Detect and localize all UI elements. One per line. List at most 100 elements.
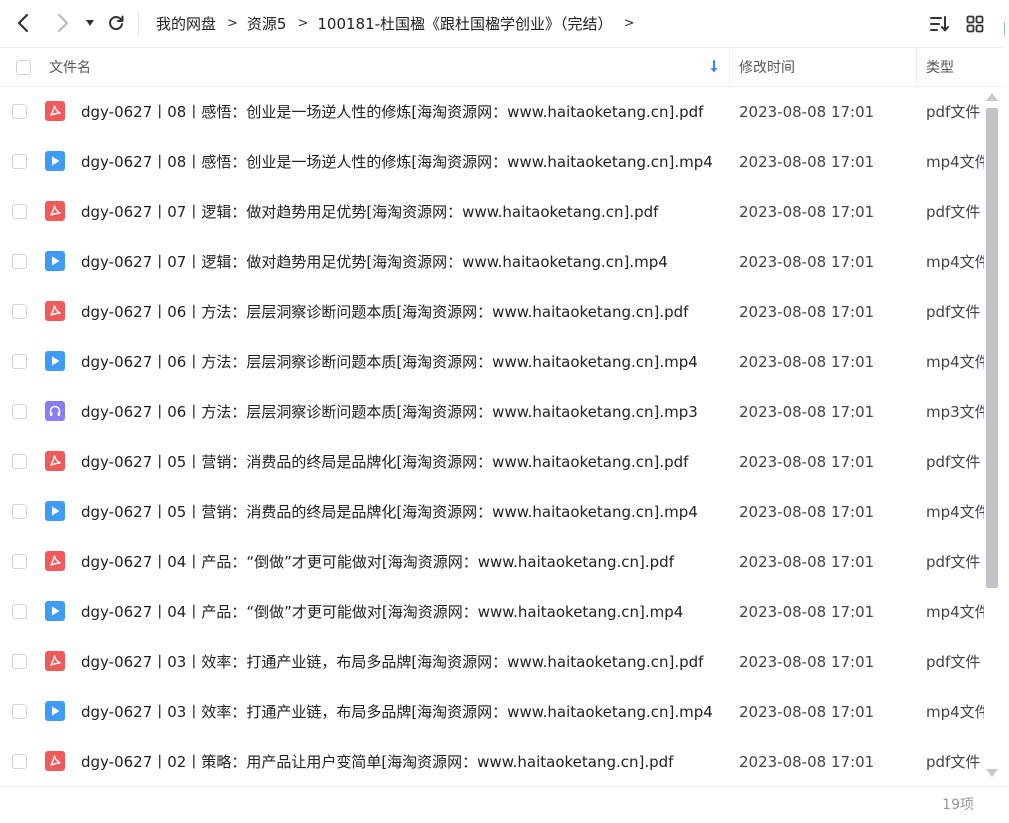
row-checkbox[interactable] <box>12 104 27 119</box>
file-type: pdf文件 <box>926 103 981 121</box>
file-type: pdf文件 <box>926 653 981 671</box>
column-divider[interactable] <box>916 48 917 86</box>
file-name[interactable]: dgy-0627丨06丨方法：层层洞察诊断问题本质[海淘资源网：www.hait… <box>81 337 726 387</box>
file-row[interactable]: dgy-0627丨04丨产品：“倒做”才更可能做对[海淘资源网：www.hait… <box>0 587 984 637</box>
file-name[interactable]: dgy-0627丨04丨产品：“倒做”才更可能做对[海淘资源网：www.hait… <box>81 587 726 637</box>
file-type: mp3文件 <box>926 403 984 421</box>
toolbar: 我的网盘 > 资源5 > 100181-杜国楹《跟杜国楹学创业》（完结） > <box>0 0 1009 47</box>
back-button[interactable] <box>10 8 36 38</box>
file-name[interactable]: dgy-0627丨02丨策略：用产品让用户变简单[海淘资源网：www.haita… <box>81 737 726 787</box>
row-checkbox[interactable] <box>12 304 27 319</box>
row-checkbox[interactable] <box>12 154 27 169</box>
file-row[interactable]: dgy-0627丨06丨方法：层层洞察诊断问题本质[海淘资源网：www.hait… <box>0 337 984 387</box>
pdf-file-icon <box>45 551 65 571</box>
breadcrumb-item-current[interactable]: 100181-杜国楹《跟杜国楹学创业》（完结） <box>317 13 612 34</box>
file-modified-time: 2023-08-08 17:01 <box>739 603 875 621</box>
file-name[interactable]: dgy-0627丨05丨营销：消费品的终局是品牌化[海淘资源网：www.hait… <box>81 487 726 537</box>
column-header-modified[interactable]: 修改时间 <box>739 48 795 86</box>
sort-button[interactable] <box>928 12 952 36</box>
row-checkbox[interactable] <box>12 454 27 469</box>
file-modified-time: 2023-08-08 17:01 <box>739 653 875 671</box>
row-checkbox[interactable] <box>12 204 27 219</box>
row-checkbox[interactable] <box>12 654 27 669</box>
sort-list-icon <box>930 16 949 32</box>
row-checkbox[interactable] <box>12 754 27 769</box>
breadcrumb-separator: > <box>227 16 238 31</box>
file-type: mp4文件 <box>926 603 984 621</box>
file-modified-time: 2023-08-08 17:01 <box>739 353 875 371</box>
sort-descending-icon[interactable] <box>709 48 719 86</box>
file-row[interactable]: dgy-0627丨03丨效率：打通产业链，布局多品牌[海淘资源网：www.hai… <box>0 637 984 687</box>
select-all-checkbox-cell[interactable] <box>16 48 31 86</box>
file-row[interactable]: dgy-0627丨06丨方法：层层洞察诊断问题本质[海淘资源网：www.hait… <box>0 387 984 437</box>
file-name[interactable]: dgy-0627丨06丨方法：层层洞察诊断问题本质[海淘资源网：www.hait… <box>81 387 726 437</box>
scrollbar-thumb[interactable] <box>986 108 998 588</box>
refresh-button[interactable] <box>104 8 128 38</box>
file-row[interactable]: dgy-0627丨08丨感悟：创业是一场逆人性的修炼[海淘资源网：www.hai… <box>0 87 984 137</box>
file-name[interactable]: dgy-0627丨06丨方法：层层洞察诊断问题本质[海淘资源网：www.hait… <box>81 287 726 337</box>
file-modified-time: 2023-08-08 17:01 <box>739 703 875 721</box>
row-checkbox[interactable] <box>12 254 27 269</box>
file-type: pdf文件 <box>926 553 981 571</box>
history-dropdown-button[interactable] <box>82 8 98 38</box>
row-checkbox[interactable] <box>12 554 27 569</box>
file-row[interactable]: dgy-0627丨03丨效率：打通产业链，布局多品牌[海淘资源网：www.hai… <box>0 687 984 737</box>
pdf-file-icon <box>45 451 65 471</box>
column-header-type[interactable]: 类型 <box>926 48 954 86</box>
file-row[interactable]: dgy-0627丨07丨逻辑：做对趋势用足优势[海淘资源网：www.haitao… <box>0 237 984 287</box>
pdf-file-icon <box>45 651 65 671</box>
row-checkbox[interactable] <box>12 504 27 519</box>
file-modified-time: 2023-08-08 17:01 <box>739 303 875 321</box>
file-row[interactable]: dgy-0627丨07丨逻辑：做对趋势用足优势[海淘资源网：www.haitao… <box>0 187 984 237</box>
file-type: mp4文件 <box>926 253 984 271</box>
video-file-icon <box>45 151 65 171</box>
caret-down-icon <box>86 20 94 26</box>
grid-view-button[interactable] <box>963 12 987 36</box>
file-name[interactable]: dgy-0627丨05丨营销：消费品的终局是品牌化[海淘资源网：www.hait… <box>81 437 726 487</box>
file-list: dgy-0627丨08丨感悟：创业是一场逆人性的修炼[海淘资源网：www.hai… <box>0 87 984 787</box>
file-name[interactable]: dgy-0627丨08丨感悟：创业是一场逆人性的修炼[海淘资源网：www.hai… <box>81 137 726 187</box>
forward-button[interactable] <box>50 8 76 38</box>
row-checkbox[interactable] <box>12 354 27 369</box>
row-checkbox[interactable] <box>12 704 27 719</box>
video-file-icon <box>45 351 65 371</box>
window-edge <box>1004 22 1009 36</box>
row-checkbox[interactable] <box>12 604 27 619</box>
refresh-icon <box>109 15 124 31</box>
scroll-up-arrow[interactable] <box>986 93 998 101</box>
file-name[interactable]: dgy-0627丨03丨效率：打通产业链，布局多品牌[海淘资源网：www.hai… <box>81 687 726 737</box>
select-all-checkbox[interactable] <box>16 59 31 75</box>
row-checkbox[interactable] <box>12 404 27 419</box>
file-row[interactable]: dgy-0627丨08丨感悟：创业是一场逆人性的修炼[海淘资源网：www.hai… <box>0 137 984 187</box>
file-row[interactable]: dgy-0627丨02丨策略：用产品让用户变简单[海淘资源网：www.haita… <box>0 737 984 787</box>
file-name[interactable]: dgy-0627丨03丨效率：打通产业链，布局多品牌[海淘资源网：www.hai… <box>81 637 726 687</box>
breadcrumb-separator: > <box>297 16 309 31</box>
scroll-down-arrow[interactable] <box>986 769 998 777</box>
item-count: 19项 <box>942 797 974 813</box>
file-modified-time: 2023-08-08 17:01 <box>739 453 875 471</box>
file-row[interactable]: dgy-0627丨06丨方法：层层洞察诊断问题本质[海淘资源网：www.hait… <box>0 287 984 337</box>
file-modified-time: 2023-08-08 17:01 <box>739 103 875 121</box>
video-file-icon <box>45 501 65 521</box>
breadcrumb-expand[interactable]: > <box>624 16 635 31</box>
file-row[interactable]: dgy-0627丨05丨营销：消费品的终局是品牌化[海淘资源网：www.hait… <box>0 437 984 487</box>
file-type: mp4文件 <box>926 353 984 371</box>
file-row[interactable]: dgy-0627丨04丨产品：“倒做”才更可能做对[海淘资源网：www.hait… <box>0 537 984 587</box>
file-name[interactable]: dgy-0627丨07丨逻辑：做对趋势用足优势[海淘资源网：www.haitao… <box>81 237 726 287</box>
file-type: pdf文件 <box>926 753 981 771</box>
file-type: mp4文件 <box>926 503 984 521</box>
chevron-left-icon <box>17 13 29 33</box>
column-divider[interactable] <box>729 48 730 86</box>
pdf-file-icon <box>45 301 65 321</box>
pdf-file-icon <box>45 101 65 121</box>
file-modified-time: 2023-08-08 17:01 <box>739 503 875 521</box>
file-modified-time: 2023-08-08 17:01 <box>739 753 875 771</box>
breadcrumb-item-root[interactable]: 我的网盘 <box>156 13 216 34</box>
file-name[interactable]: dgy-0627丨07丨逻辑：做对趋势用足优势[海淘资源网：www.haitao… <box>81 187 726 237</box>
file-name[interactable]: dgy-0627丨04丨产品：“倒做”才更可能做对[海淘资源网：www.hait… <box>81 537 726 587</box>
status-bar: 19项 <box>0 786 1009 819</box>
file-row[interactable]: dgy-0627丨05丨营销：消费品的终局是品牌化[海淘资源网：www.hait… <box>0 487 984 537</box>
column-header-name[interactable]: 文件名 <box>49 48 91 86</box>
file-name[interactable]: dgy-0627丨08丨感悟：创业是一场逆人性的修炼[海淘资源网：www.hai… <box>81 87 726 137</box>
breadcrumb-item-folder[interactable]: 资源5 <box>247 13 287 34</box>
